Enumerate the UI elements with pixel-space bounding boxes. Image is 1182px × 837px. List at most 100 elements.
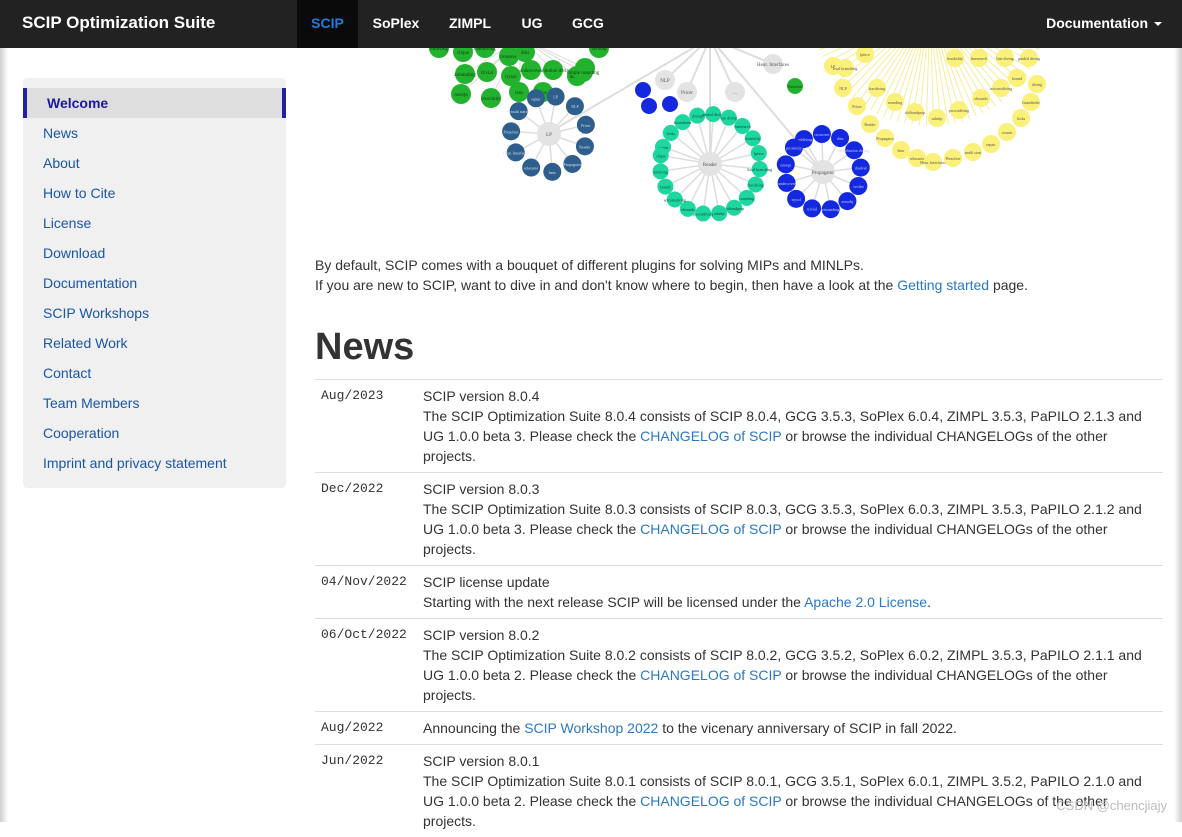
changelog-link[interactable]: CHANGELOG of SCIP [640, 428, 781, 444]
graph-node-label: Heur. Interfaces [757, 63, 789, 68]
sidebar-item-download[interactable]: Download [23, 238, 286, 268]
news-body: The SCIP Optimization Suite 8.0.1 consis… [423, 771, 1163, 831]
graph-node-label: feasibility [745, 136, 761, 141]
changelog-link[interactable]: CHANGELOG of SCIP [640, 793, 781, 809]
graph-node-label: relaxator [524, 166, 539, 171]
news-body: The SCIP Optimization Suite 8.0.4 consis… [423, 406, 1163, 466]
graph-node-label: NLP [571, 104, 579, 109]
changelog-link[interactable]: CHANGELOG of SCIP [640, 667, 781, 683]
graph-node-label: Pricer [852, 104, 862, 109]
graph-node-label: linesearch [734, 124, 750, 129]
graph-node-label: shiftandprop [724, 206, 744, 211]
top-navbar: SCIP Optimization Suite SCIP SoPlex ZIMP… [0, 0, 1182, 48]
graph-node-label: Propagator [876, 136, 894, 141]
graph-node-label: zeroobj [592, 48, 607, 52]
graph-node-label: pscostdiving [949, 108, 969, 113]
graph-node-label: rounding [740, 196, 754, 201]
documentation-dropdown[interactable]: Documentation [1046, 0, 1162, 48]
graph-node-label: Presolver [787, 84, 803, 89]
brand-title[interactable]: SCIP Optimization Suite [22, 0, 215, 48]
graph-node-label: coefdiving [474, 48, 496, 52]
graph-node-label: Heur. Interfaces [503, 150, 529, 155]
news-date: 04/Nov/2022 [321, 574, 407, 589]
graph-node-label: octane [1002, 130, 1013, 135]
intro-text: By default, SCIP comes with a bouquet of… [315, 255, 1028, 295]
graph-node-label: Pricer [681, 91, 693, 96]
sidebar-item-how-to-cite[interactable]: How to Cite [23, 178, 286, 208]
news-content: SCIP version 8.0.1 The SCIP Optimization… [423, 745, 1163, 837]
graph-node-label: Reader [579, 144, 591, 149]
page-shadow-right [1174, 0, 1182, 822]
graph-node-label: dins [521, 51, 529, 56]
graph-node-label: Reader [703, 163, 717, 168]
graph-node-label: Heur. Interfaces [920, 160, 946, 165]
news-title: SCIP license update [423, 574, 550, 590]
graph-node-label: fixandinfer [674, 120, 692, 125]
news-body-text: Announcing the [423, 720, 525, 736]
tab-ug[interactable]: UG [506, 0, 558, 48]
graph-node-label: guided diving [1018, 56, 1040, 61]
intro-line-2-text: If you are new to SCIP, want to dive in … [315, 277, 898, 293]
news-date: Aug/2023 [321, 388, 384, 403]
tab-gcg[interactable]: GCG [558, 0, 618, 48]
news-title: SCIP version 8.0.3 [423, 481, 540, 497]
changelog-link[interactable]: CHANGELOG of SCIP [640, 521, 781, 537]
graph-node-label: proximity [786, 146, 802, 151]
news-row: Aug/2023 SCIP version 8.0.4 The SCIP Opt… [315, 379, 1163, 472]
sidebar-item-scip-workshops[interactable]: SCIP Workshops [23, 298, 286, 328]
news-content: SCIP version 8.0.2 The SCIP Optimization… [423, 619, 1163, 711]
apache-license-link[interactable]: Apache 2.0 License [804, 594, 927, 610]
graph-node-label: LP [553, 95, 558, 100]
graph-node-label: feasibility [947, 56, 963, 61]
graph-node-label: subnlp [714, 211, 725, 216]
graph-edge [819, 48, 826, 51]
graph-node-label: fixandinfer [1022, 100, 1040, 105]
graph-node-label: repair [986, 142, 996, 147]
sidebar-item-license[interactable]: License [23, 208, 286, 238]
plugin-graph-image: LP NLP Pricer Reader Propagator heur relaxator… [429, 48, 1046, 222]
graph-node-label: zeroobj [841, 199, 853, 204]
tab-zimpl[interactable]: ZIMPL [434, 0, 506, 48]
sidebar-item-about[interactable]: About [23, 148, 286, 178]
graph-node-label: zirounding [822, 207, 839, 212]
intro-line-2: If you are new to SCIP, want to dive in … [315, 275, 1028, 295]
graph-node-label: heur [549, 170, 557, 175]
graph-node-label: intdiving [430, 48, 449, 52]
intro-line-2-suffix: page. [989, 277, 1028, 293]
sidebar-item-team-members[interactable]: Team Members [23, 388, 286, 418]
getting-started-link[interactable]: Getting started [897, 277, 989, 293]
news-heading: News [315, 326, 415, 368]
graph-node-label: line diving [996, 56, 1013, 61]
sidebar-item-documentation[interactable]: Documentation [23, 268, 286, 298]
news-content: SCIP license update Starting with the ne… [423, 566, 1163, 618]
sidebar-item-related-work[interactable]: Related Work [23, 328, 286, 358]
news-body: The SCIP Optimization Suite 8.0.3 consis… [423, 499, 1163, 559]
tab-soplex[interactable]: SoPlex [358, 0, 434, 48]
graph-node-label: subnlp [932, 116, 943, 121]
graph-node-label: rounding [888, 100, 902, 105]
tab-scip[interactable]: SCIP [297, 0, 358, 48]
graph-node-label: Presolver [504, 129, 520, 134]
news-body: Announcing the SCIP Workshop 2022 to the… [423, 718, 1163, 738]
graph-node-label: oneopt [780, 162, 792, 167]
news-date: Jun/2022 [321, 753, 384, 768]
news-date: Dec/2022 [321, 481, 384, 496]
sidebar-item-imprint[interactable]: Imprint and privacy statement [23, 448, 286, 478]
sidebar-item-cooperation[interactable]: Cooperation [23, 418, 286, 448]
sidebar-item-contact[interactable]: Contact [23, 358, 286, 388]
graph-node-label: diving [692, 114, 702, 119]
graph-node-label: heur [897, 148, 905, 153]
graph-node-label: linesearch [971, 56, 987, 61]
graph-node-label: fracdiving [869, 86, 885, 91]
workshop-link[interactable]: SCIP Workshop 2022 [524, 720, 658, 736]
news-body: The SCIP Optimization Suite 8.0.2 consis… [423, 645, 1163, 705]
sidebar-item-welcome[interactable]: Welcome [23, 88, 286, 118]
sidebar-item-news[interactable]: News [23, 118, 286, 148]
graph-node-label: proximity [481, 97, 501, 102]
graph-node-label: rens [515, 91, 523, 96]
graph-node-label: Propagator [564, 162, 582, 167]
news-content: SCIP version 8.0.4 The SCIP Optimization… [423, 380, 1163, 472]
graph-edge [1034, 48, 1041, 51]
graph-node-label: actconsdiving [990, 86, 1012, 91]
news-title: SCIP version 8.0.2 [423, 627, 540, 643]
